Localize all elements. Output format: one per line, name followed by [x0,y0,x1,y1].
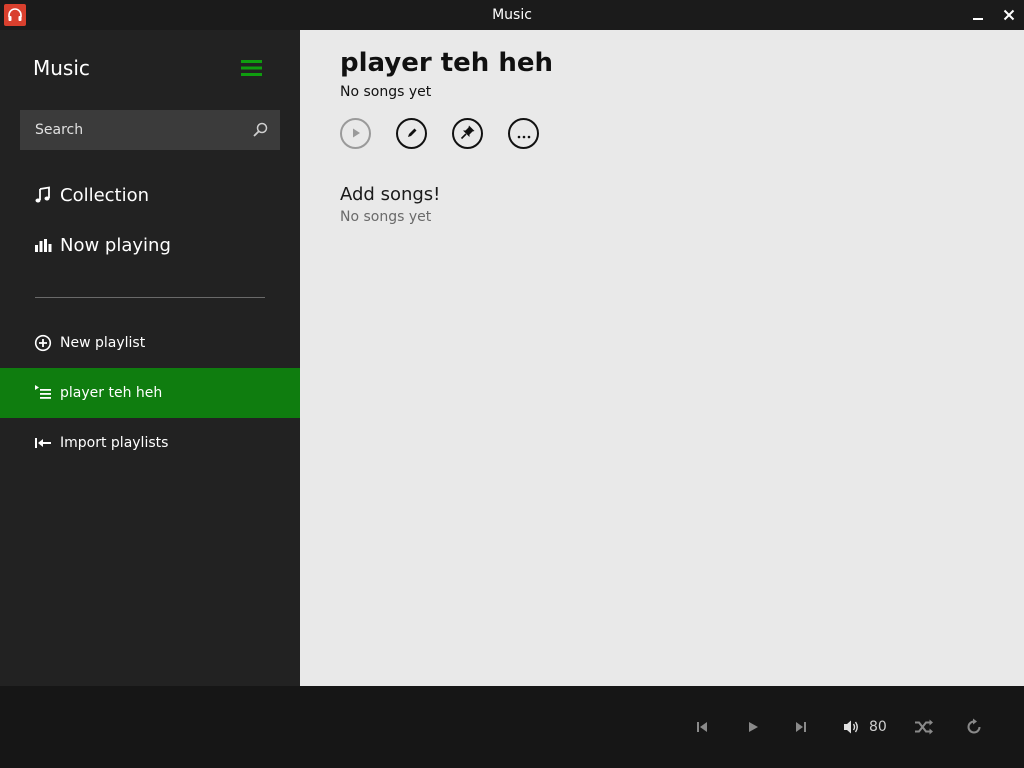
volume-level: 80 [869,719,887,735]
edit-button[interactable] [396,118,427,149]
pin-button[interactable] [452,118,483,149]
sidebar-item-collection[interactable]: Collection [0,170,300,220]
bar-chart-icon [34,236,52,254]
sidebar-item-label: Now playing [60,234,171,256]
sidebar-divider [35,297,265,298]
player-bar: 80 [0,686,1024,768]
close-button[interactable] [994,0,1024,30]
sidebar-item-playlist-player-teh-heh[interactable]: player teh heh [0,368,300,418]
more-icon [517,124,531,143]
repeat-icon[interactable] [962,716,986,738]
sidebar-item-label: Collection [60,184,150,206]
sidebar-item-new-playlist[interactable]: New playlist [0,318,300,368]
playlist-icon [34,384,52,402]
edit-icon [406,124,418,143]
play-button[interactable] [340,118,371,149]
empty-state-title: Add songs! [340,184,441,205]
search-input[interactable] [20,110,240,150]
import-icon [34,434,52,452]
next-icon[interactable] [789,716,813,738]
playlist-subtitle: No songs yet [340,84,432,100]
search-icon[interactable] [240,110,280,150]
volume-icon[interactable] [840,716,864,738]
hamburger-menu-icon[interactable] [240,58,264,78]
sidebar-item-now-playing[interactable]: Now playing [0,220,300,270]
previous-icon[interactable] [690,716,714,738]
play-icon[interactable] [741,716,765,738]
shuffle-icon[interactable] [912,716,936,738]
empty-state-subtitle: No songs yet [340,209,432,225]
sidebar-item-label: Import playlists [60,435,169,451]
playlist-title: player teh heh [340,48,554,78]
minimize-button[interactable] [963,0,993,30]
title-bar: Music [0,0,1024,30]
search-box [20,110,280,150]
sidebar-item-label: New playlist [60,335,146,351]
more-button[interactable] [508,118,539,149]
pin-icon [460,124,476,144]
window-title: Music [492,7,532,23]
main-content: player teh heh No songs yet Add songs! N… [300,30,1024,686]
sidebar-title: Music [33,56,90,80]
music-note-icon [34,186,52,204]
plus-circle-icon [34,334,52,352]
sidebar: Music Collection [0,30,300,686]
sidebar-item-label: player teh heh [60,385,163,401]
sidebar-item-import-playlists[interactable]: Import playlists [0,418,300,468]
play-icon [350,124,362,143]
